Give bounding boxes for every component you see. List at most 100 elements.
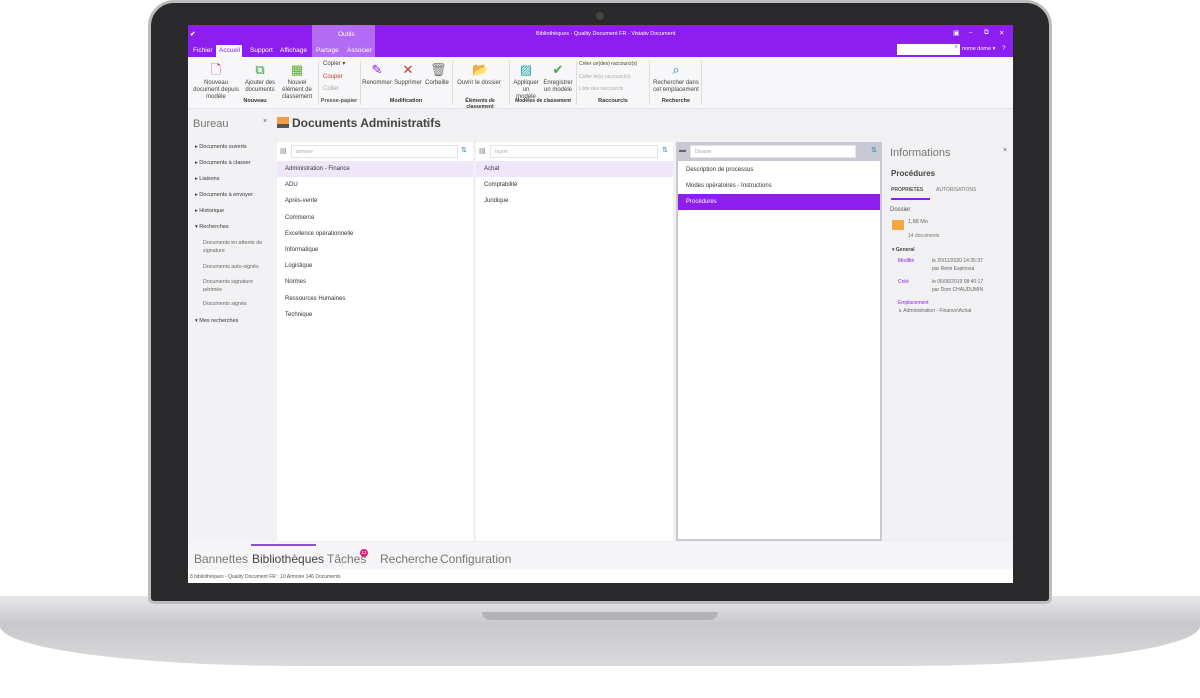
- sidebar-subitem[interactable]: Documents signés: [203, 300, 265, 308]
- group-label: Presse-papier: [320, 98, 358, 104]
- minimize-button[interactable]: –: [969, 29, 973, 36]
- label: Nouveau document depuis modèle: [193, 80, 239, 100]
- cabinet-icon: [277, 117, 289, 128]
- label: Corbeille: [425, 80, 449, 86]
- folder-open-icon: 📂: [472, 62, 489, 77]
- create-shortcut-button[interactable]: Créer un(des) raccourci(s): [579, 61, 637, 68]
- list-item[interactable]: Commerce: [277, 210, 473, 226]
- tab-configuration[interactable]: Configuration: [440, 552, 511, 566]
- close-info-icon[interactable]: ×: [1003, 147, 1007, 154]
- dossier-column: Dossier ▬ ⇅ Description de processus Mode…: [676, 142, 882, 541]
- tab-accueil[interactable]: Accueil: [219, 47, 240, 54]
- list-item[interactable]: ADU: [277, 177, 473, 193]
- list-item[interactable]: Procédures: [678, 194, 880, 211]
- rayon-search-input[interactable]: rayon: [490, 145, 658, 158]
- dossier-search-input[interactable]: Dossier: [690, 145, 856, 158]
- list-item[interactable]: Administration - Finance: [277, 161, 473, 177]
- sidebar-item[interactable]: ▸ Liaisons: [195, 176, 219, 182]
- sidebar-subitem[interactable]: Documents auto-signés: [203, 263, 265, 271]
- section-general[interactable]: ▾ General: [892, 247, 915, 253]
- list-item[interactable]: Après-vente: [277, 193, 473, 209]
- list-item[interactable]: Normes: [277, 274, 473, 290]
- search-input[interactable]: ⌕: [897, 44, 960, 55]
- sidebar-subitem[interactable]: Documents signature périmée: [203, 278, 265, 294]
- tab-bannettes[interactable]: Bannettes: [194, 552, 248, 566]
- search-location-button[interactable]: ⌕ Rechercher dans cet emplacement: [652, 63, 700, 94]
- new-element-button[interactable]: ▦ Nouvel élément de classement: [278, 63, 316, 101]
- shelf-icon: ▤: [479, 148, 486, 155]
- separator: [576, 61, 577, 105]
- sidebar-item[interactable]: ▸ Documents à classer: [195, 160, 251, 166]
- apply-template-icon: ▨: [519, 62, 533, 77]
- label: Renommer: [362, 80, 392, 86]
- new-document-button[interactable]: 🗋 Nouveau document depuis modèle: [190, 63, 242, 101]
- rename-button[interactable]: ✎ Renommer: [362, 63, 392, 87]
- group-label: Recherche: [661, 98, 691, 104]
- sidebar-item[interactable]: ▾ Recherches: [195, 224, 229, 230]
- add-documents-button[interactable]: ⧉ Ajouter des documents: [242, 63, 278, 94]
- sort-icon[interactable]: ⇅: [871, 146, 877, 154]
- tab-autorisations[interactable]: AUTORISATIONS: [936, 187, 976, 193]
- open-folder-button[interactable]: 📂 Ouvrir le dossier: [456, 63, 502, 87]
- armoire-search-input[interactable]: armoire: [291, 145, 458, 158]
- save-template-button[interactable]: ✔ Enregistrer un modèle: [542, 63, 574, 94]
- tab-affichage[interactable]: Affichage: [280, 47, 307, 54]
- tab-associer[interactable]: Associer: [347, 47, 372, 54]
- label: Mes recherches: [199, 318, 239, 324]
- list-item[interactable]: Achat: [476, 161, 673, 177]
- sidebar-title: Bureau: [193, 118, 229, 130]
- sidebar-item[interactable]: ▾ Mes recherches: [195, 318, 238, 324]
- list-item[interactable]: Informatique: [277, 242, 473, 258]
- title-dropdown-icon[interactable]: ▾: [426, 119, 430, 127]
- folder-icon: ▬: [679, 147, 686, 154]
- list-item[interactable]: Technique: [277, 307, 473, 323]
- paste-button[interactable]: Coller: [323, 86, 339, 93]
- rayon-column: rayon ▤ ⇅ Achat Comptabilité Juridique: [476, 142, 673, 541]
- sort-icon[interactable]: ⇅: [662, 146, 668, 154]
- tab-recherche[interactable]: Recherche: [380, 552, 438, 566]
- label: Documents à classer: [199, 160, 251, 166]
- sidebar-item[interactable]: ▸ Historique: [195, 208, 224, 214]
- group-label: Modèles de classement: [515, 98, 571, 104]
- label: Recherches: [199, 224, 229, 230]
- paste-shortcut-button[interactable]: Coller le(s) raccourci(s): [579, 74, 631, 81]
- copy-button[interactable]: Copier ▾: [323, 61, 345, 68]
- list-item[interactable]: Logistique: [277, 258, 473, 274]
- list-item[interactable]: Modes opératoires - Instructions: [678, 178, 880, 194]
- info-count: 14 documents: [908, 233, 940, 239]
- tab-proprietes[interactable]: PROPRIETES: [891, 187, 930, 200]
- user-menu[interactable]: nome dome ▾: [962, 46, 995, 52]
- list-item[interactable]: Description de processus: [678, 162, 880, 178]
- close-sidebar-icon[interactable]: ×: [263, 118, 267, 125]
- trash-button[interactable]: 🗑 Corbeille: [424, 63, 450, 87]
- help-icon[interactable]: ?: [1002, 45, 1006, 52]
- sidebar-item[interactable]: ▸ Documents à envoyer: [195, 192, 253, 198]
- context-tab-label: Outils: [338, 31, 355, 38]
- label: Appliquer un modèle: [513, 80, 539, 100]
- label: Documents ouverts: [199, 144, 247, 150]
- tab-support[interactable]: Support: [250, 47, 273, 54]
- trash-icon: 🗑: [430, 62, 447, 77]
- modified-value: le 20/11/2020 14:35:37: [932, 258, 983, 264]
- tab-partage[interactable]: Partage: [316, 47, 339, 54]
- sidebar-subitem[interactable]: Documents en attente de signature: [203, 239, 265, 255]
- group-label: Nouveau: [243, 98, 267, 104]
- sort-icon[interactable]: ⇅: [461, 146, 467, 154]
- app-logo-icon: ✔: [190, 31, 196, 38]
- tab-bibliotheques[interactable]: Bibliothèques: [252, 552, 324, 566]
- location-value[interactable]: ↳ Administration - Finance\Achat: [898, 308, 971, 314]
- list-item[interactable]: Juridique: [476, 193, 673, 209]
- close-button[interactable]: ✕: [999, 29, 1004, 37]
- maximize-button[interactable]: ⧉: [984, 29, 989, 37]
- list-item[interactable]: Ressources Humaines: [277, 291, 473, 307]
- delete-button[interactable]: ✕ Supprimer: [392, 63, 424, 87]
- tab-fichier[interactable]: Fichier: [193, 47, 213, 54]
- cut-button[interactable]: Couper: [323, 74, 343, 81]
- apply-template-button[interactable]: ▨ Appliquer un modèle: [512, 63, 540, 101]
- sidebar-item[interactable]: ▸ Documents ouverts: [195, 144, 247, 150]
- list-item[interactable]: Comptabilité: [476, 177, 673, 193]
- restore-icon[interactable]: ▣: [953, 29, 960, 37]
- shortcut-list-button[interactable]: Liste des raccourcis: [579, 86, 623, 93]
- new-doc-icon: 🗋: [210, 62, 222, 77]
- list-item[interactable]: Excellence opérationnelle: [277, 226, 473, 242]
